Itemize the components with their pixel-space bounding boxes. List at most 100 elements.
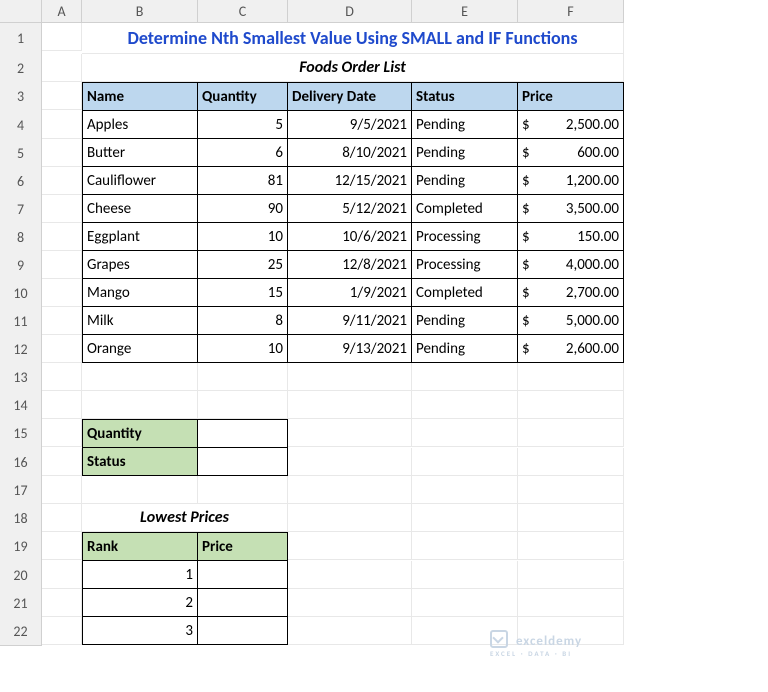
cell[interactable] [288,476,412,504]
food-date[interactable]: 9/5/2021 [288,111,412,139]
row-header[interactable]: 12 [0,335,42,364]
row-header[interactable]: 13 [0,363,42,392]
cell[interactable] [42,167,82,195]
cell[interactable] [518,448,624,476]
food-name[interactable]: Butter [82,139,198,167]
col-header[interactable]: F [518,0,624,23]
rank-price-cell[interactable] [198,561,288,589]
row-header[interactable]: 10 [0,279,42,308]
cell[interactable] [42,476,82,504]
food-status[interactable]: Completed [412,279,518,307]
food-qty[interactable]: 10 [198,223,288,251]
food-price[interactable]: 150.00 [518,223,624,251]
food-price[interactable]: 5,000.00 [518,307,624,335]
title-cell[interactable]: Determine Nth Smallest Value Using SMALL… [82,23,624,54]
cell[interactable] [42,504,82,532]
cell[interactable] [518,419,624,447]
row-header[interactable]: 3 [0,82,42,112]
row-header[interactable]: 22 [0,617,42,646]
food-date[interactable]: 12/8/2021 [288,251,412,279]
cell[interactable] [412,448,518,476]
criteria-status-label[interactable]: Status [82,448,198,476]
row-header[interactable]: 7 [0,195,42,224]
food-price[interactable]: 600.00 [518,139,624,167]
food-name[interactable]: Apples [82,111,198,139]
cell[interactable] [42,363,82,391]
criteria-qty-value[interactable] [198,419,288,448]
cell[interactable] [412,532,518,560]
food-name[interactable]: Eggplant [82,223,198,251]
cell[interactable] [42,23,82,51]
cell[interactable] [412,561,518,589]
food-date[interactable]: 5/12/2021 [288,195,412,223]
cell[interactable] [518,476,624,504]
cell[interactable] [42,391,82,419]
cell[interactable] [288,363,412,391]
cell[interactable] [518,391,624,419]
food-qty[interactable]: 10 [198,335,288,363]
cell[interactable] [518,363,624,391]
food-qty[interactable]: 90 [198,195,288,223]
row-header[interactable]: 15 [0,419,42,449]
cell[interactable] [42,589,82,617]
food-qty[interactable]: 5 [198,111,288,139]
price-header[interactable]: Price [198,532,288,561]
food-date[interactable]: 12/15/2021 [288,167,412,195]
table-header[interactable]: Delivery Date [288,82,412,111]
food-price[interactable]: 2,700.00 [518,279,624,307]
table-header[interactable]: Price [518,82,624,111]
row-header[interactable]: 5 [0,139,42,168]
food-status[interactable]: Completed [412,195,518,223]
cell[interactable] [42,335,82,363]
row-header[interactable]: 17 [0,476,42,505]
corner-cell[interactable] [0,0,42,23]
cell[interactable] [42,54,82,82]
rank-price-cell[interactable] [198,589,288,617]
cell[interactable] [42,448,82,476]
criteria-qty-label[interactable]: Quantity [82,419,198,448]
food-price[interactable]: 4,000.00 [518,251,624,279]
cell[interactable] [288,561,412,589]
table-header[interactable]: Quantity [198,82,288,111]
col-header[interactable]: A [42,0,82,23]
col-header[interactable]: B [82,0,198,23]
food-price[interactable]: 1,200.00 [518,167,624,195]
row-header[interactable]: 1 [0,23,42,55]
food-status[interactable]: Pending [412,139,518,167]
food-status[interactable]: Processing [412,223,518,251]
food-date[interactable]: 10/6/2021 [288,223,412,251]
cell[interactable] [412,391,518,419]
row-header[interactable]: 6 [0,167,42,196]
cell[interactable] [42,617,82,645]
criteria-status-value[interactable] [198,448,288,476]
cell[interactable] [518,561,624,589]
cell[interactable] [412,589,518,617]
cell[interactable] [42,139,82,167]
food-qty[interactable]: 81 [198,167,288,195]
lowest-title[interactable]: Lowest Prices [82,504,288,532]
cell[interactable] [198,363,288,391]
food-date[interactable]: 9/11/2021 [288,307,412,335]
row-header[interactable]: 20 [0,561,42,590]
food-date[interactable]: 9/13/2021 [288,335,412,363]
cell[interactable] [42,561,82,589]
food-qty[interactable]: 15 [198,279,288,307]
cell[interactable] [82,363,198,391]
food-name[interactable]: Cauliflower [82,167,198,195]
row-header[interactable]: 21 [0,589,42,618]
cell[interactable] [82,476,198,504]
food-date[interactable]: 8/10/2021 [288,139,412,167]
food-name[interactable]: Mango [82,279,198,307]
col-header[interactable]: E [412,0,518,23]
cell[interactable] [198,476,288,504]
cell[interactable] [412,363,518,391]
col-header[interactable]: C [198,0,288,23]
food-name[interactable]: Grapes [82,251,198,279]
row-header[interactable]: 9 [0,251,42,280]
row-header[interactable]: 14 [0,391,42,420]
cell[interactable] [42,419,82,447]
food-name[interactable]: Orange [82,335,198,363]
food-status[interactable]: Pending [412,167,518,195]
food-qty[interactable]: 8 [198,307,288,335]
cell[interactable] [42,195,82,223]
